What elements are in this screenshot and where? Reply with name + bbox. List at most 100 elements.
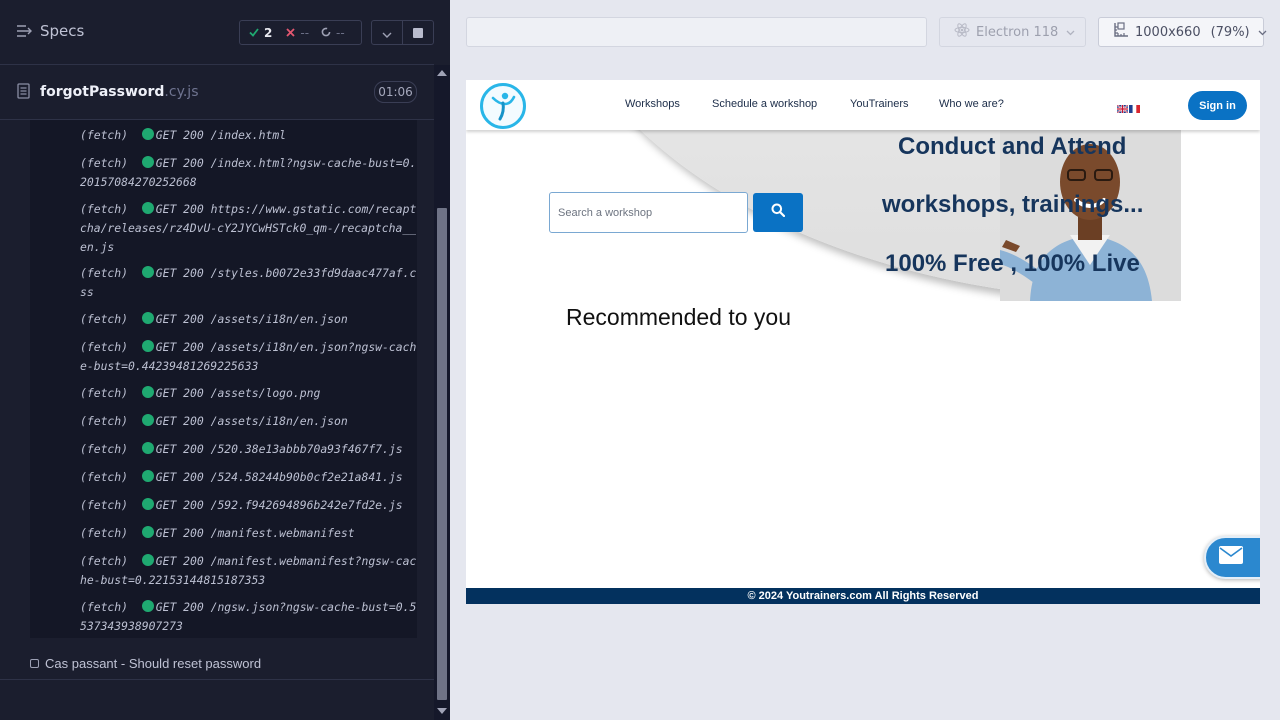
log-scrollbar[interactable] [434, 65, 450, 720]
runner-header: Specs 2 -- -- [0, 0, 434, 65]
log-entry[interactable]: (fetch) GET 200 /assets/logo.png [80, 384, 417, 403]
test-title: Cas passant - Should reset password [45, 656, 262, 671]
log-entry-text: GET 200 /styles.b0072e33fd9daac477af.css [80, 266, 417, 299]
spec-file-ext: .cy.js [164, 84, 199, 100]
test-status-icon [30, 659, 39, 668]
status-dot-icon [141, 526, 154, 538]
status-dot-icon [141, 442, 154, 454]
run-controls [371, 20, 434, 45]
stop-button[interactable] [402, 21, 433, 44]
browser-selector[interactable]: Electron 118 [939, 17, 1086, 47]
expand-button[interactable] [372, 21, 402, 44]
log-entry[interactable]: (fetch) GET 200 /assets/i18n/en.json?ngs… [80, 338, 417, 376]
log-entry-text: GET 200 /assets/i18n/en.json [155, 312, 348, 326]
failed-stat: -- [272, 26, 309, 40]
search-icon [771, 203, 786, 222]
recommended-heading: Recommended to you [566, 304, 792, 330]
log-entry[interactable]: (fetch) GET 200 /assets/i18n/en.json [80, 310, 417, 329]
runner-panel: Specs 2 -- -- forgotPassword.cy.js 01:06… [0, 0, 450, 720]
command-log: (fetch) GET 200 /index.html (fetch) GET 2… [30, 120, 417, 638]
workshop-search-input[interactable]: Search a workshop [549, 192, 748, 233]
nav-schedule-workshop[interactable]: Schedule a workshop [712, 98, 817, 110]
log-entry-text: GET 200 /592.f942694896b242e7fd2e.js [155, 498, 403, 512]
log-entry-text: GET 200 /ngsw.json?ngsw-cache-bust=0.553… [80, 600, 417, 633]
status-dot-icon [141, 554, 154, 566]
site-footer: © 2024 Youtrainers.com All Rights Reserv… [466, 588, 1260, 604]
app-preview: Workshops Schedule a workshop YouTrainer… [466, 80, 1260, 604]
log-prefix: (fetch) [80, 156, 129, 170]
status-dot-icon [141, 600, 154, 612]
test-stats: 2 -- -- [239, 20, 362, 45]
nav-youtrainers[interactable]: YouTrainers [850, 98, 909, 110]
check-icon [249, 26, 259, 40]
electron-icon [954, 22, 970, 42]
log-entry[interactable]: (fetch) GET 200 /manifest.webmanifest?ng… [80, 552, 417, 590]
log-prefix: (fetch) [80, 600, 129, 614]
scroll-down-icon[interactable] [437, 708, 447, 714]
pending-count: -- [336, 25, 345, 40]
passed-stat: 2 [240, 26, 272, 40]
log-entry[interactable]: (fetch) GET 200 /592.f942694896b242e7fd2… [80, 496, 417, 515]
site-navbar: Workshops Schedule a workshop YouTrainer… [466, 80, 1260, 130]
divider [0, 679, 434, 680]
log-entry-text: GET 200 /manifest.webmanifest [155, 526, 355, 540]
viewport-selector[interactable]: 1000x660 (79%) [1098, 17, 1267, 47]
log-prefix: (fetch) [80, 386, 129, 400]
language-switcher[interactable] [1116, 100, 1140, 114]
hero-line-2: workshops, trainings... [882, 191, 1144, 218]
log-entry-text: GET 200 /assets/i18n/en.json?ngsw-cache-… [80, 340, 417, 373]
log-prefix: (fetch) [80, 498, 129, 512]
log-prefix: (fetch) [80, 312, 129, 326]
chevron-down-icon [1258, 25, 1267, 40]
signin-button[interactable]: Sign in [1188, 91, 1247, 120]
log-entry[interactable]: (fetch) GET 200 https://www.gstatic.com/… [80, 200, 417, 257]
status-dot-icon [141, 266, 154, 278]
log-prefix: (fetch) [80, 128, 129, 142]
log-entry[interactable]: (fetch) GET 200 /manifest.webmanifest [80, 524, 417, 543]
search-button[interactable] [753, 193, 803, 232]
log-prefix: (fetch) [80, 340, 129, 354]
status-dot-icon [141, 312, 154, 324]
scroll-up-icon[interactable] [437, 70, 447, 76]
log-entry-text: GET 200 /524.58244b90b0cf2e21a841.js [155, 470, 403, 484]
log-prefix: (fetch) [80, 442, 129, 456]
log-entry-text: GET 200 /index.html [155, 128, 287, 142]
url-bar[interactable] [466, 17, 927, 47]
x-icon [286, 26, 295, 40]
file-icon [17, 83, 30, 103]
hero-line-1: Conduct and Attend [898, 133, 1127, 160]
nav-who-we-are[interactable]: Who we are? [939, 98, 1004, 110]
contact-button[interactable] [1204, 536, 1260, 579]
log-prefix: (fetch) [80, 202, 129, 216]
log-entry[interactable]: (fetch) GET 200 /ngsw.json?ngsw-cache-bu… [80, 598, 417, 636]
log-entry[interactable]: (fetch) GET 200 /index.html [80, 126, 417, 145]
spec-file-basename: forgotPassword [40, 84, 165, 100]
log-entry-text: GET 200 /index.html?ngsw-cache-bust=0.20… [80, 156, 417, 189]
log-entry[interactable]: (fetch) GET 200 /520.38e13abbb70a93f467f… [80, 440, 417, 459]
france-flag-icon[interactable] [1129, 100, 1140, 113]
log-entry-text: GET 200 https://www.gstatic.com/recaptch… [80, 202, 417, 254]
log-entry[interactable]: (fetch) GET 200 /524.58244b90b0cf2e21a84… [80, 468, 417, 487]
test-item[interactable]: Cas passant - Should reset password [30, 656, 261, 671]
log-prefix: (fetch) [80, 554, 129, 568]
uk-flag-icon[interactable] [1116, 100, 1129, 114]
log-entry[interactable]: (fetch) GET 200 /styles.b0072e33fd9daac4… [80, 264, 417, 302]
status-dot-icon [141, 202, 154, 214]
status-dot-icon [141, 340, 154, 352]
nav-workshops[interactable]: Workshops [625, 98, 680, 110]
log-prefix: (fetch) [80, 526, 129, 540]
log-entry-text: GET 200 /assets/i18n/en.json [155, 414, 348, 428]
hero-line-3: 100% Free , 100% Live [885, 250, 1140, 277]
specs-label: Specs [40, 22, 85, 40]
scrollbar-thumb[interactable] [437, 208, 447, 700]
specs-toggle-button[interactable]: Specs [16, 22, 84, 40]
status-dot-icon [141, 156, 154, 168]
log-entry[interactable]: (fetch) GET 200 /index.html?ngsw-cache-b… [80, 154, 417, 192]
site-logo[interactable] [480, 83, 526, 129]
spec-file-name: forgotPassword.cy.js [40, 84, 199, 100]
specs-list-icon [16, 24, 32, 38]
log-entry[interactable]: (fetch) GET 200 /assets/i18n/en.json [80, 412, 417, 431]
passed-count: 2 [264, 25, 273, 40]
log-entry-text: GET 200 /assets/logo.png [155, 386, 321, 400]
stop-icon [413, 27, 424, 38]
